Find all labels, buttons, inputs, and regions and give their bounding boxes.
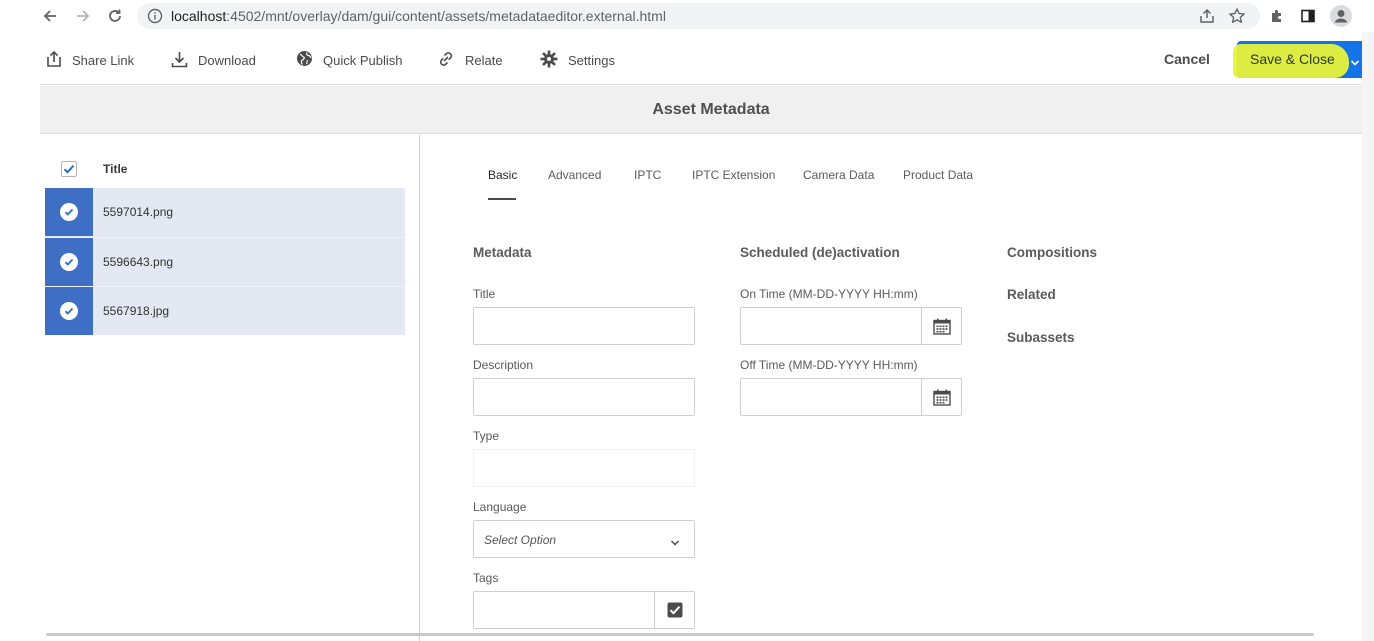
cancel-button[interactable]: Cancel: [1164, 51, 1210, 67]
chevron-down-icon: [670, 535, 680, 550]
language-label: Language: [473, 500, 527, 514]
metadata-heading: Metadata: [473, 245, 532, 260]
left-gutter: [0, 32, 40, 641]
checkbox-icon: [667, 602, 682, 618]
star-icon[interactable]: [1228, 7, 1246, 28]
off-time-label: Off Time (MM-DD-YYYY HH:mm): [740, 358, 918, 372]
language-select-value: Select Option: [484, 533, 557, 547]
sidepanel-icon[interactable]: [1296, 4, 1320, 28]
active-tab-indicator: [488, 198, 516, 200]
quick-publish-button[interactable]: Quick Publish: [296, 49, 402, 71]
language-select[interactable]: Select Option: [473, 520, 695, 558]
asset-thumbnail: [45, 287, 93, 335]
tags-label: Tags: [473, 571, 499, 585]
description-field[interactable]: [473, 378, 695, 416]
share-link-label: Share Link: [72, 52, 135, 68]
download-label: Download: [198, 52, 256, 68]
tab-iptc[interactable]: IPTC: [634, 168, 661, 182]
gear-icon: [540, 50, 558, 71]
save-close-label: Save & Close: [1250, 51, 1335, 67]
asset-rows: 5597014.png 5596643.png 5567918.jpg: [45, 188, 405, 335]
share-icon[interactable]: [1198, 7, 1216, 28]
title-bar: Asset Metadata: [40, 86, 1362, 134]
address-bar[interactable]: localhost:4502/mnt/overlay/dam/gui/conte…: [137, 3, 1260, 29]
checkmark-icon[interactable]: [60, 302, 78, 320]
globe-icon: [296, 50, 313, 70]
asset-name: 5597014.png: [103, 205, 174, 219]
relate-button[interactable]: Relate: [437, 49, 503, 71]
right-gutter: [1362, 32, 1374, 641]
back-arrow-icon[interactable]: [38, 4, 62, 28]
list-item[interactable]: 5567918.jpg: [45, 286, 405, 335]
metadata-form: Basic Advanced IPTC IPTC Extension Camer…: [421, 135, 1362, 641]
on-time-label: On Time (MM-DD-YYYY HH:mm): [740, 287, 918, 301]
on-time-field[interactable]: [740, 307, 962, 345]
horizontal-scrollbar[interactable]: [46, 633, 1314, 636]
off-time-field[interactable]: [740, 378, 962, 416]
settings-label: Settings: [568, 52, 615, 68]
type-field: [473, 449, 695, 487]
link-icon: [437, 50, 455, 71]
checkmark-icon[interactable]: [60, 253, 78, 271]
share-link-icon: [46, 50, 62, 71]
forward-arrow-icon[interactable]: [71, 4, 95, 28]
type-label: Type: [473, 429, 500, 443]
related-link[interactable]: Related: [1007, 287, 1056, 302]
checkmark-icon[interactable]: [60, 203, 78, 221]
tab-iptc-extension[interactable]: IPTC Extension: [692, 168, 775, 182]
page-title: Asset Metadata: [652, 101, 770, 118]
title-field[interactable]: [473, 307, 695, 345]
asset-list-panel: Title 5597014.png 5596643.png 5567918.jp…: [40, 135, 420, 641]
tab-advanced[interactable]: Advanced: [548, 168, 601, 182]
calendar-icon: [932, 389, 951, 406]
share-link-button[interactable]: Share Link: [46, 49, 134, 71]
relate-label: Relate: [465, 52, 503, 68]
asset-thumbnail: [45, 188, 93, 236]
calendar-button[interactable]: [921, 308, 961, 344]
tab-basic[interactable]: Basic: [488, 168, 517, 182]
settings-button[interactable]: Settings: [540, 49, 615, 71]
quick-publish-label: Quick Publish: [323, 52, 403, 68]
reload-icon[interactable]: [103, 4, 127, 28]
asset-name: 5596643.png: [103, 255, 174, 269]
info-icon[interactable]: [147, 8, 163, 27]
description-label: Description: [473, 358, 534, 372]
save-close-button[interactable]: Save & Close: [1233, 41, 1362, 78]
scheduled-heading: Scheduled (de)activation: [740, 245, 900, 260]
url-text: localhost:4502/mnt/overlay/dam/gui/conte…: [171, 8, 666, 24]
download-button[interactable]: Download: [171, 49, 256, 71]
browser-toolbar: localhost:4502/mnt/overlay/dam/gui/conte…: [0, 0, 1374, 32]
column-header-title: Title: [103, 162, 128, 176]
profile-icon[interactable]: [1329, 4, 1353, 28]
calendar-icon: [932, 318, 951, 335]
select-all-checkbox[interactable]: [61, 161, 77, 177]
chevron-down-icon[interactable]: [1350, 55, 1360, 70]
compositions-link[interactable]: Compositions: [1007, 245, 1097, 260]
asset-thumbnail: [45, 238, 93, 286]
tag-picker-button[interactable]: [654, 592, 694, 628]
list-item[interactable]: 5596643.png: [45, 237, 405, 286]
list-item[interactable]: 5597014.png: [45, 188, 405, 237]
action-toolbar: Share Link Download Quick Publish Relate…: [40, 33, 1362, 85]
extensions-icon[interactable]: [1265, 4, 1289, 28]
title-label: Title: [473, 287, 496, 301]
url-host: localhost: [171, 8, 227, 24]
url-path: :4502/mnt/overlay/dam/gui/content/assets…: [226, 8, 666, 24]
tab-camera-data[interactable]: Camera Data: [803, 168, 874, 182]
asset-name: 5567918.jpg: [103, 304, 170, 318]
metadata-editor: Share Link Download Quick Publish Relate…: [40, 33, 1362, 641]
calendar-button[interactable]: [921, 379, 961, 415]
subassets-link[interactable]: Subassets: [1007, 330, 1075, 345]
tags-field[interactable]: [473, 591, 695, 629]
download-icon: [171, 50, 188, 71]
tab-product-data[interactable]: Product Data: [903, 168, 973, 182]
